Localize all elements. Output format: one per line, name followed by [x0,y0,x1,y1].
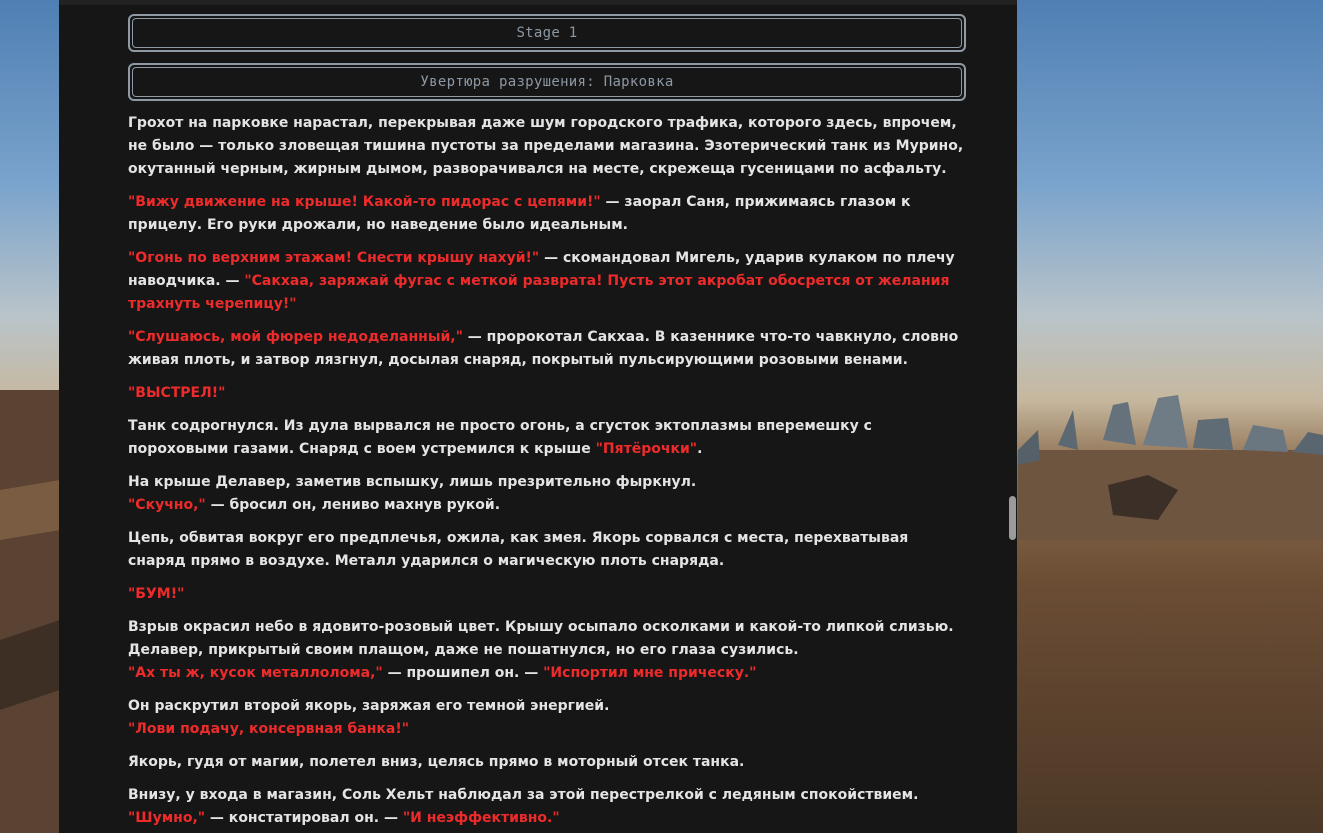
narration-text: Взрыв окрасил небо в ядовито-розовый цве… [128,619,954,658]
narration-text: — прошипел он. — [382,665,544,681]
story-paragraph: Грохот на парковке нарастал, перекрывая … [128,112,968,181]
narration-text: Якорь, гудя от магии, полетел вниз, целя… [128,754,745,770]
background-landscape-left [0,390,60,833]
narration-text: . [697,441,703,457]
narration-text: — бросил он, лениво махнув рукой. [205,497,501,513]
dialogue-quote: "Сакхаа, заряжай фугас с меткой разврата… [128,273,950,312]
story-paragraph: "БУМ!" [128,583,968,606]
story-paragraph: Танк содрогнулся. Из дула вырвался не пр… [128,415,968,461]
narration-text: Цепь, обвитая вокруг его предплечья, ожи… [128,530,909,569]
story-paragraph: Внизу, у входа в магазин, Соль Хельт наб… [128,784,968,830]
chapter-title: Увертюра разрушения: Парковка [132,67,962,97]
dialogue-quote: "ВЫСТРЕЛ!" [128,385,226,401]
story-paragraph: Якорь, гудя от магии, полетел вниз, целя… [128,751,968,774]
narration-text: На крыше Делавер, заметив вспышку, лишь … [128,474,697,490]
story-paragraph: "ВЫСТРЕЛ!" [128,382,968,405]
story-paragraph: "Огонь по верхним этажам! Снести крышу н… [128,247,968,316]
dialogue-quote: "Слушаюсь, мой фюрер недоделанный," [128,329,463,345]
narration-text: Внизу, у входа в магазин, Соль Хельт наб… [128,787,919,803]
dialogue-quote: "БУМ!" [128,586,185,602]
dialogue-quote: "Пятёрочки" [595,441,698,457]
dialogue-quote: "Лови подачу, консервная банка!" [128,721,410,737]
story-paragraph: "Вижу движение на крыше! Какой-то пидора… [128,191,968,237]
stage-label: Stage 1 [132,18,962,48]
background-ruins [1018,395,1323,540]
dialogue-quote: "Вижу движение на крыше! Какой-то пидора… [128,194,601,210]
story-paragraph: Он раскрутил второй якорь, заряжая его т… [128,695,968,741]
story-text: Грохот на парковке нарастал, перекрывая … [128,112,968,830]
chapter-title-box: Увертюра разрушения: Парковка [128,63,966,101]
dialogue-quote: "Шумно," [128,810,206,826]
dialogue-quote: "И неэффективно." [402,810,560,826]
story-paragraph: Взрыв окрасил небо в ядовито-розовый цве… [128,616,968,685]
narration-text: Грохот на парковке нарастал, перекрывая … [128,115,964,177]
dialogue-quote: "Испортил мне прическу." [543,665,757,681]
dialogue-quote: "Ах ты ж, кусок металлолома," [128,665,383,681]
story-paragraph: Цепь, обвитая вокруг его предплечья, ожи… [128,527,968,573]
panel-top-bar [59,0,1017,5]
scrollbar-thumb[interactable] [1009,496,1016,540]
story-content: Stage 1 Увертюра разрушения: Парковка Гр… [128,14,968,833]
dialogue-quote: "Огонь по верхним этажам! Снести крышу н… [128,250,540,266]
narration-text: — констатировал он. — [205,810,403,826]
dialogue-quote: "Скучно," [128,497,206,513]
story-paragraph: На крыше Делавер, заметив вспышку, лишь … [128,471,968,517]
narration-text: Танк содрогнулся. Из дула вырвался не пр… [128,418,872,457]
stage-label-box: Stage 1 [128,14,966,52]
story-panel: Stage 1 Увертюра разрушения: Парковка Гр… [59,0,1017,833]
story-paragraph: "Слушаюсь, мой фюрер недоделанный," — пр… [128,326,968,372]
narration-text: Он раскрутил второй якорь, заряжая его т… [128,698,610,714]
